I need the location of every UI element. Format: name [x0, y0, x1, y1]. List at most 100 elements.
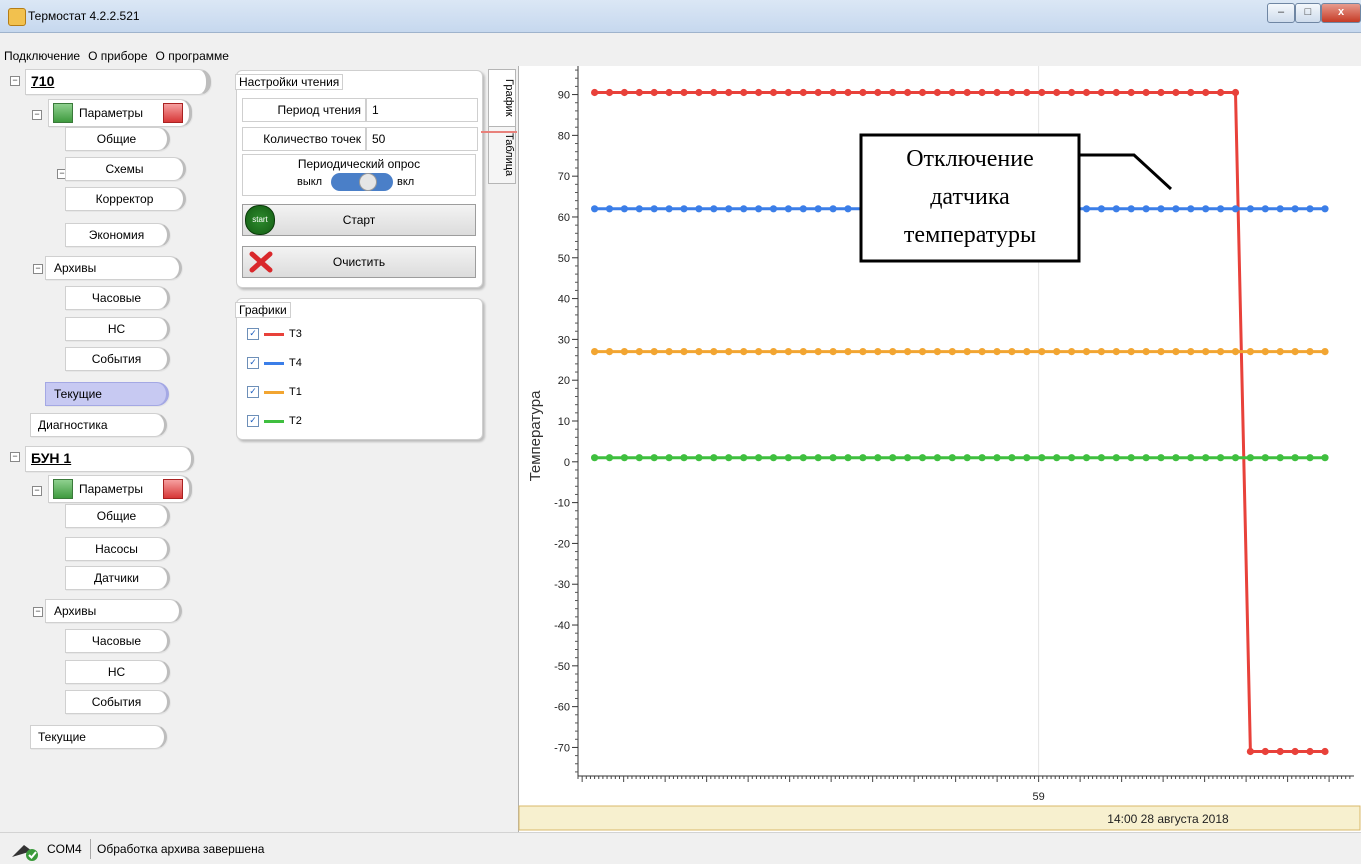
- connection-icon: [12, 845, 38, 861]
- periodic-toggle[interactable]: [331, 173, 393, 191]
- data-point-t2: [1202, 454, 1210, 462]
- tree-item-general[interactable]: Общие: [65, 504, 170, 528]
- graph-legend-item[interactable]: ✓ T1: [247, 384, 367, 400]
- data-point-t1: [1082, 348, 1091, 356]
- graph-legend-item[interactable]: ✓ T3: [247, 326, 367, 342]
- period-input[interactable]: 1: [366, 98, 478, 122]
- device-name: БУН 1: [31, 450, 72, 466]
- data-point-t3: [1231, 88, 1240, 97]
- device-tree: − 710 − Параметры Общие − Схемы Корректо…: [0, 66, 232, 832]
- clear-icon: [249, 251, 273, 273]
- data-point-t2: [814, 454, 822, 462]
- data-point-t3: [784, 88, 792, 97]
- menu-about-program[interactable]: О программе: [152, 47, 233, 65]
- tree-item-events[interactable]: События: [65, 690, 170, 714]
- data-point-t2: [1023, 454, 1031, 462]
- collapse-icon[interactable]: −: [32, 486, 42, 496]
- tree-item-ns[interactable]: НС: [65, 317, 170, 341]
- data-point-t3: [1142, 88, 1150, 97]
- tree-item-hourly[interactable]: Часовые: [65, 286, 170, 310]
- legend-checkbox[interactable]: ✓: [247, 328, 259, 340]
- tree-item-ns[interactable]: НС: [65, 660, 170, 684]
- legend-label: T4: [289, 357, 302, 369]
- data-point-t2: [1217, 454, 1225, 462]
- clear-button[interactable]: Очистить: [242, 246, 476, 278]
- tree-item-diagnostics[interactable]: Диагностика: [30, 413, 167, 437]
- graphs-panel: Графики ✓ T3 ✓ T4 ✓ T1 ✓ T2: [235, 298, 483, 440]
- minimize-button[interactable]: –: [1267, 3, 1295, 23]
- tree-item-economy[interactable]: Экономия: [65, 223, 170, 247]
- data-point-t3: [1306, 747, 1314, 756]
- device-710-node[interactable]: 710: [25, 69, 211, 95]
- tree-item-archives[interactable]: Архивы: [45, 256, 182, 280]
- read-settings-panel: Настройки чтения Период чтения 1 Количес…: [235, 70, 483, 288]
- data-point-t4: [740, 205, 748, 213]
- data-point-t1: [844, 348, 852, 356]
- data-point-t3: [1127, 88, 1135, 97]
- legend-checkbox[interactable]: ✓: [247, 415, 259, 427]
- app-icon: [8, 8, 26, 26]
- params-node[interactable]: Параметры: [48, 99, 192, 127]
- data-point-t1: [1321, 348, 1329, 356]
- data-point-t1: [635, 348, 643, 356]
- menu-about-device[interactable]: О приборе: [84, 47, 151, 65]
- toggle-knob[interactable]: [359, 173, 377, 191]
- data-point-t4: [680, 205, 688, 213]
- write-params-icon[interactable]: [163, 103, 183, 123]
- start-button[interactable]: start Старт: [242, 204, 476, 236]
- tree-item-sensors[interactable]: Датчики: [65, 566, 170, 590]
- data-point-t1: [710, 348, 718, 356]
- graph-legend-item[interactable]: ✓ T4: [247, 355, 367, 371]
- graph-legend-item[interactable]: ✓ T2: [247, 413, 367, 429]
- data-point-t3: [680, 88, 688, 97]
- tab-table[interactable]: Таблица: [488, 126, 516, 184]
- data-point-t1: [859, 348, 867, 356]
- temperature-chart[interactable]: 90 80 70 60 50 40 30 20 10 0 -10 -20 -30 -40 -50 -60 -70…: [518, 66, 1361, 832]
- params-node[interactable]: Параметры: [48, 475, 192, 503]
- data-point-t4: [1082, 205, 1091, 213]
- data-point-t2: [889, 454, 897, 462]
- close-button[interactable]: x: [1321, 3, 1361, 23]
- data-point-t1: [1053, 348, 1061, 356]
- y-tick-label: -60: [554, 702, 570, 714]
- data-point-t1: [695, 348, 703, 356]
- legend-checkbox[interactable]: ✓: [247, 357, 259, 369]
- data-point-t3: [740, 88, 748, 97]
- tree-item-current[interactable]: Текущие: [30, 725, 167, 749]
- data-point-t2: [710, 454, 718, 462]
- read-params-icon[interactable]: [53, 479, 73, 499]
- data-point-t2: [1053, 454, 1061, 462]
- tree-item-pumps[interactable]: Насосы: [65, 537, 170, 561]
- tree-item-hourly[interactable]: Часовые: [65, 629, 170, 653]
- periodic-poll-box: Периодический опрос выкл вкл: [242, 154, 476, 196]
- data-point-t1: [755, 348, 763, 356]
- data-point-t3: [904, 88, 912, 97]
- y-tick-label: -30: [554, 579, 570, 591]
- legend-checkbox[interactable]: ✓: [247, 386, 259, 398]
- collapse-icon[interactable]: −: [33, 264, 43, 274]
- menu-connection[interactable]: Подключение: [0, 47, 84, 65]
- tree-item-current[interactable]: Текущие: [45, 382, 169, 406]
- collapse-icon[interactable]: −: [10, 76, 20, 86]
- data-point-t3: [1217, 88, 1225, 97]
- data-point-t2: [859, 454, 867, 462]
- tree-item-schemes[interactable]: Схемы: [65, 157, 186, 181]
- tree-item-corrector[interactable]: Корректор: [65, 187, 186, 211]
- data-point-t2: [650, 454, 658, 462]
- tree-item-archives[interactable]: Архивы: [45, 599, 182, 623]
- data-point-t3: [710, 88, 718, 97]
- data-point-t4: [1246, 205, 1254, 213]
- tree-item-events[interactable]: События: [65, 347, 170, 371]
- tree-item-general[interactable]: Общие: [65, 127, 170, 151]
- data-point-t3: [993, 88, 1001, 97]
- maximize-button[interactable]: □: [1295, 3, 1321, 23]
- tab-graph[interactable]: График: [488, 69, 516, 127]
- device-bun1-node[interactable]: БУН 1: [25, 446, 194, 472]
- data-point-t3: [1202, 88, 1210, 97]
- write-params-icon[interactable]: [163, 479, 183, 499]
- collapse-icon[interactable]: −: [33, 607, 43, 617]
- read-params-icon[interactable]: [53, 103, 73, 123]
- collapse-icon[interactable]: −: [10, 452, 20, 462]
- points-input[interactable]: 50: [366, 127, 478, 151]
- collapse-icon[interactable]: −: [32, 110, 42, 120]
